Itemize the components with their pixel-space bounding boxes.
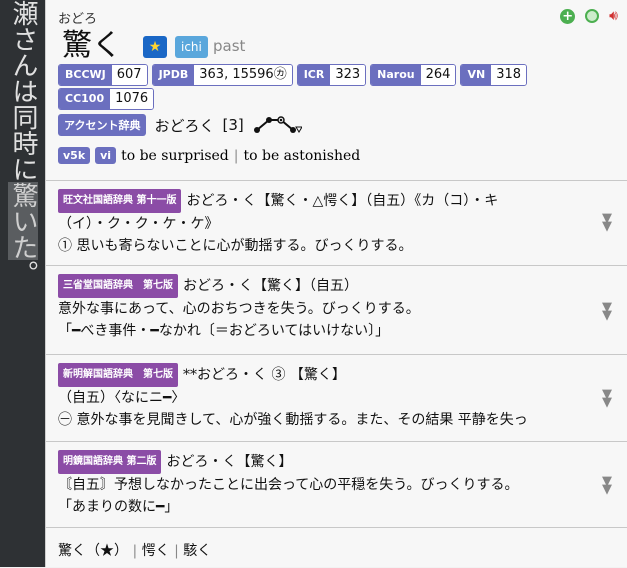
dictionary-entry-shinmeikai: 新明解国語辞典 第七版 **おどろ・く ③ 【驚く】 （自五）〈なにニ━〉 ㊀ 意… [46, 354, 627, 442]
play-audio-icon[interactable]: 🔊︎ [609, 8, 618, 24]
dictionary-tag[interactable]: 三省堂国語辞典 第七版 [58, 274, 178, 298]
gloss-separator: | [233, 147, 239, 164]
favorite-star-tag[interactable]: ★ [143, 36, 167, 58]
dict-line: 「━べき事件・━なかれ〔＝おどろいてはいけない〕」 [58, 323, 390, 339]
add-reading-icon[interactable] [585, 9, 600, 23]
frequency-vn[interactable]: VN 318 [460, 64, 528, 86]
dictionary-entry-sanseido: 三省堂国語辞典 第七版 おどろ・く【驚く】（自五） 意外な事にあって、心のおちつき… [46, 265, 627, 355]
frequency-icr[interactable]: ICR 323 [296, 64, 367, 86]
dict-line: ㊀ 意外な事を見聞きして、心が強く動揺する。また、その結果 平静を失っ [58, 412, 528, 428]
glossary-line: v5k vi to be surprised | to be astonishe… [58, 147, 360, 164]
gloss-2: to be astonished [243, 147, 361, 164]
entry-actions: + 🔊︎ [560, 8, 618, 24]
dict-headline: 明鏡国語辞典 第二版 おどろ・く【驚く】 [58, 450, 588, 474]
dict-line: （自五）〈なにニ━〉 [58, 390, 186, 406]
pos-tag-vi[interactable]: vi [95, 147, 117, 164]
dict-headline: 旺文社国語辞典 第十一版 おどろ・く【驚く・△愕く】（自五）《カ（コ）・キ [58, 189, 588, 213]
expand-chevron-icon[interactable]: ▼ ▼ [599, 388, 615, 409]
variant-link[interactable]: 駭く [183, 543, 211, 559]
source-text-panel: 瀬さんは同時に驚いた。 [0, 0, 45, 567]
dict-line: 「あまりの数に━」 [58, 499, 179, 515]
pitch-accent-number: [3] [222, 116, 244, 134]
frequency-row-1: BCCWJ 607 JPDB 363, 15596㋕ ICR 323 Narou 264… [58, 64, 528, 86]
expand-chevron-icon[interactable]: ▼ ▼ [599, 212, 615, 233]
variant-separator: | [174, 543, 179, 559]
inflection-label: past [213, 37, 246, 55]
dictionary-tag[interactable]: 明鏡国語辞典 第二版 [58, 450, 162, 474]
variant-separator: | [132, 543, 138, 559]
pos-tag-v5k[interactable]: v5k [58, 147, 91, 164]
dict-headline: 三省堂国語辞典 第七版 おどろ・く【驚く】（自五） [58, 274, 588, 298]
dictionary-entry-obunsha: 旺文社国語辞典 第十一版 おどろ・く【驚く・△愕く】（自五）《カ（コ）・キ （イ）… [46, 180, 627, 266]
dictionary-popup: おどろ 驚く ★ ichi past + 🔊︎ BCCWJ 607 JPDB 363… [45, 0, 627, 567]
frequency-jpdb[interactable]: JPDB 363, 15596㋕ [151, 64, 293, 86]
pitch-accent-dictionary-tag[interactable]: アクセント辞典 [58, 114, 147, 136]
frequency-narou[interactable]: Narou 264 [370, 64, 457, 86]
dictionary-entry-meikyo: 明鏡国語辞典 第二版 おどろ・く【驚く】 〘自五〙予想しなかったことに出会って心の… [46, 441, 627, 528]
highlighted-word[interactable]: 驚いた [8, 182, 38, 260]
frequency-cc100[interactable]: CC100 1076 [58, 88, 155, 110]
expand-chevron-icon[interactable]: ▼ ▼ [599, 301, 615, 322]
entry-header: おどろ 驚く ★ ichi past + 🔊︎ BCCWJ 607 JPDB 363… [46, 0, 627, 180]
source-sentence[interactable]: 瀬さんは同時に驚いた。 [6, 0, 40, 286]
dictionary-tag[interactable]: 旺文社国語辞典 第十一版 [58, 189, 182, 213]
term-headword: 驚く [62, 28, 122, 63]
dict-line: （イ）・ク・ク・ケ・ケ》 [58, 216, 219, 232]
variant-link[interactable]: 愕く [142, 543, 170, 559]
gloss-1: to be surprised [121, 147, 229, 164]
dictionary-tag[interactable]: 新明解国語辞典 第七版 [58, 363, 178, 387]
pitch-accent-row: アクセント辞典 おどろく [3] [58, 114, 302, 136]
dict-headline: 新明解国語辞典 第七版 **おどろ・く ③ 【驚く】 [58, 363, 600, 387]
expand-chevron-icon[interactable]: ▼ ▼ [599, 475, 615, 496]
dict-line: 〘自五〙予想しなかったことに出会って心の平穏を失う。びっくりする。 [58, 477, 519, 493]
variant-link[interactable]: 驚く（★） [58, 543, 128, 559]
add-note-icon[interactable]: + [560, 8, 576, 24]
pitch-accent-graph [253, 116, 302, 133]
dict-line: 意外な事にあって、心のおちつきを失う。びっくりする。 [58, 301, 420, 317]
kanji-variants-footer: 驚く（★） | 愕く | 駭く [46, 527, 627, 568]
pitch-accent-word: おどろく [154, 116, 215, 135]
frequency-row-2: CC100 1076 [58, 88, 155, 110]
frequency-bccwj[interactable]: BCCWJ 607 [58, 64, 148, 86]
ichi-tag[interactable]: ichi [175, 36, 208, 58]
dict-line: ① 思いも寄らないことに心が動揺する。びっくりする。 [58, 238, 413, 254]
